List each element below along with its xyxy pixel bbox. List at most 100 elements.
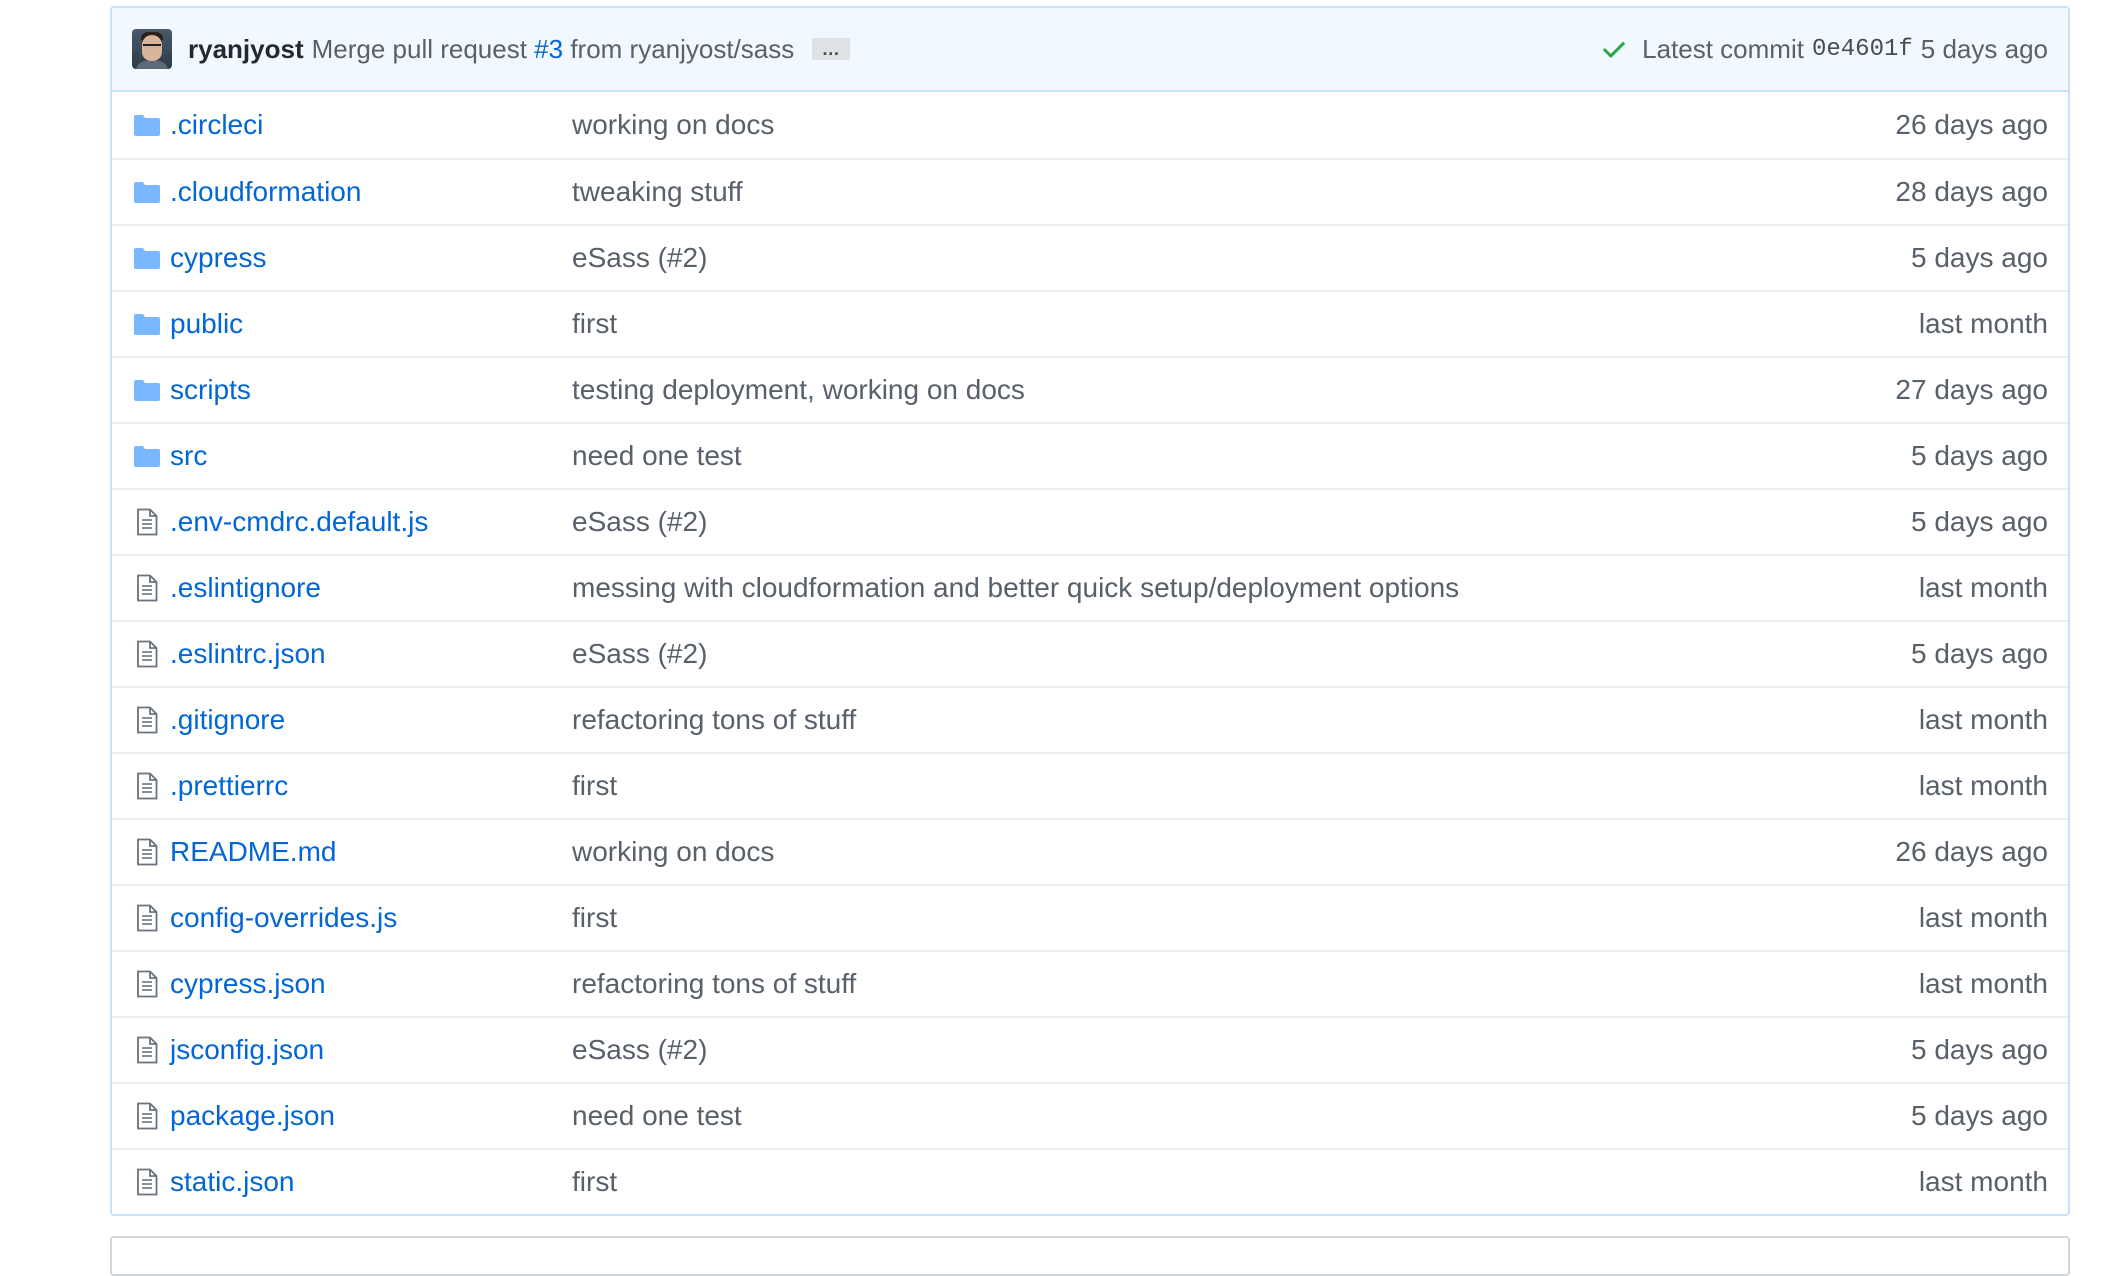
- file-row: cypress.json refactoring tons of stuff las…: [112, 950, 2068, 1016]
- file-icon: [132, 1035, 162, 1065]
- folder-icon: [132, 441, 162, 471]
- file-name-link[interactable]: .prettierrc: [170, 770, 572, 802]
- file-name-link[interactable]: jsconfig.json: [170, 1034, 572, 1066]
- file-commit-age: 5 days ago: [1911, 638, 2048, 669]
- file-icon: [132, 771, 162, 801]
- file-commit-message-link[interactable]: first: [572, 308, 1828, 340]
- file-icon: [132, 573, 162, 603]
- file-commit-age: last month: [1918, 902, 2048, 933]
- file-name-link[interactable]: .env-cmdrc.default.js: [170, 506, 572, 538]
- expand-commit-message-button[interactable]: …: [812, 38, 851, 60]
- file-name-link[interactable]: static.json: [170, 1166, 572, 1198]
- file-commit-message-link[interactable]: first: [572, 902, 1828, 934]
- commit-message: Merge pull request #3 from ryanjyost/sas…: [312, 34, 795, 65]
- file-icon: [132, 903, 162, 933]
- file-icon: [132, 507, 162, 537]
- folder-icon: [132, 309, 162, 339]
- file-row: src need one test 5 days ago: [112, 422, 2068, 488]
- latest-commit-label: Latest commit: [1642, 33, 1804, 64]
- file-row: .env-cmdrc.default.js eSass (#2) 5 days ag…: [112, 488, 2068, 554]
- file-commit-message-link[interactable]: refactoring tons of stuff: [572, 968, 1828, 1000]
- file-commit-message-link[interactable]: eSass (#2): [572, 506, 1828, 538]
- file-row: .circleci working on docs 26 days ago: [112, 92, 2068, 158]
- file-commit-message-link[interactable]: eSass (#2): [572, 1034, 1828, 1066]
- readme-box: [110, 1236, 2070, 1276]
- file-name-link[interactable]: .cloudformation: [170, 176, 572, 208]
- file-row: package.json need one test 5 days ago: [112, 1082, 2068, 1148]
- commit-age: 5 days ago: [1920, 33, 2048, 64]
- file-icon: [132, 969, 162, 999]
- file-commit-age: last month: [1918, 308, 2048, 339]
- file-commit-message-link[interactable]: eSass (#2): [572, 242, 1828, 274]
- file-commit-message-link[interactable]: first: [572, 1166, 1828, 1198]
- file-row: .cloudformation tweaking stuff 28 days ago: [112, 158, 2068, 224]
- file-row: static.json first last month: [112, 1148, 2068, 1214]
- file-commit-message-link[interactable]: testing deployment, working on docs: [572, 374, 1828, 406]
- file-row: .eslintrc.json eSass (#2) 5 days ago: [112, 620, 2068, 686]
- file-commit-message-link[interactable]: eSass (#2): [572, 638, 1828, 670]
- file-commit-age: last month: [1918, 770, 2048, 801]
- file-name-link[interactable]: scripts: [170, 374, 572, 406]
- file-commit-age: last month: [1918, 1166, 2048, 1197]
- file-name-link[interactable]: .circleci: [170, 109, 572, 141]
- file-commit-age: 5 days ago: [1911, 242, 2048, 273]
- file-row: .gitignore refactoring tons of stuff last …: [112, 686, 2068, 752]
- file-commit-message-link[interactable]: need one test: [572, 1100, 1828, 1132]
- file-name-link[interactable]: .eslintignore: [170, 572, 572, 604]
- file-commit-age: 26 days ago: [1895, 836, 2048, 867]
- file-name-link[interactable]: cypress: [170, 242, 572, 274]
- pull-request-link[interactable]: #3: [534, 34, 563, 64]
- file-row: .eslintignore messing with cloudformation…: [112, 554, 2068, 620]
- file-row: scripts testing deployment, working on do…: [112, 356, 2068, 422]
- author-avatar[interactable]: [132, 29, 172, 69]
- file-icon: [132, 837, 162, 867]
- file-commit-message-link[interactable]: messing with cloudformation and better q…: [572, 572, 1828, 604]
- file-commit-age: last month: [1918, 572, 2048, 603]
- file-commit-age: 5 days ago: [1911, 1100, 2048, 1131]
- folder-icon: [132, 177, 162, 207]
- commit-message-suffix: from ryanjyost/sass: [563, 33, 795, 64]
- avatar-shirt: [136, 61, 168, 69]
- file-commit-age: 5 days ago: [1911, 506, 2048, 537]
- file-name-link[interactable]: public: [170, 308, 572, 340]
- folder-icon: [132, 110, 162, 140]
- file-commit-message-link[interactable]: tweaking stuff: [572, 176, 1828, 208]
- file-commit-age: 5 days ago: [1911, 1034, 2048, 1065]
- file-list: .circleci working on docs 26 days ago .clou…: [112, 92, 2068, 1214]
- commit-author-link[interactable]: ryanjyost: [188, 34, 304, 65]
- file-icon: [132, 1167, 162, 1197]
- file-commit-message-link[interactable]: first: [572, 770, 1828, 802]
- file-commit-age: 28 days ago: [1895, 176, 2048, 207]
- avatar-glasses: [143, 44, 161, 51]
- commit-message-prefix: Merge pull request: [311, 33, 535, 64]
- file-name-link[interactable]: cypress.json: [170, 968, 572, 1000]
- file-commit-message-link[interactable]: need one test: [572, 440, 1828, 472]
- file-row: .prettierrc first last month: [112, 752, 2068, 818]
- commit-sha-link[interactable]: 0e4601f: [1812, 36, 1913, 63]
- latest-commit-bar: ryanjyost Merge pull request #3 from rya…: [112, 8, 2068, 92]
- folder-icon: [132, 243, 162, 273]
- folder-icon: [132, 375, 162, 405]
- file-name-link[interactable]: .eslintrc.json: [170, 638, 572, 670]
- file-commit-message-link[interactable]: working on docs: [572, 109, 1828, 141]
- file-commit-age: 5 days ago: [1911, 440, 2048, 471]
- file-icon: [132, 1101, 162, 1131]
- file-commit-message-link[interactable]: working on docs: [572, 836, 1828, 868]
- file-name-link[interactable]: src: [170, 440, 572, 472]
- file-commit-age: 27 days ago: [1895, 374, 2048, 405]
- file-name-link[interactable]: .gitignore: [170, 704, 572, 736]
- file-commit-age: 26 days ago: [1895, 109, 2048, 140]
- file-row: README.md working on docs 26 days ago: [112, 818, 2068, 884]
- file-row: cypress eSass (#2) 5 days ago: [112, 224, 2068, 290]
- file-commit-age: last month: [1918, 968, 2048, 999]
- file-commit-age: last month: [1918, 704, 2048, 735]
- file-name-link[interactable]: README.md: [170, 836, 572, 868]
- file-navigation-table: ryanjyost Merge pull request #3 from rya…: [110, 6, 2070, 1216]
- file-commit-message-link[interactable]: refactoring tons of stuff: [572, 704, 1828, 736]
- file-name-link[interactable]: package.json: [170, 1100, 572, 1132]
- file-row: jsconfig.json eSass (#2) 5 days ago: [112, 1016, 2068, 1082]
- file-row: config-overrides.js first last month: [112, 884, 2068, 950]
- file-row: public first last month: [112, 290, 2068, 356]
- file-name-link[interactable]: config-overrides.js: [170, 902, 572, 934]
- check-icon[interactable]: [1600, 35, 1628, 63]
